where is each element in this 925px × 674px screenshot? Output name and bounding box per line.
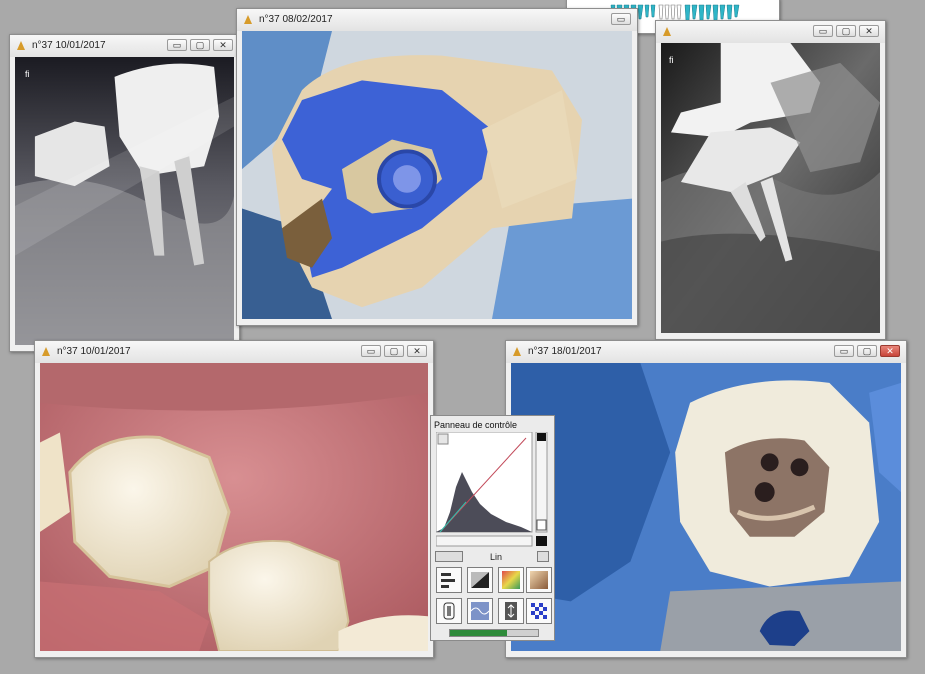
window-title: n°37 18/01/2017 [528,346,602,357]
sepia-icon [530,571,548,589]
minimize-button[interactable]: ▭ [813,25,833,37]
app-icon [42,347,50,356]
xray-right-window[interactable]: ▭ ▢ ✕ fi [655,20,886,340]
sepia-button[interactable] [526,567,552,593]
title-bar[interactable]: n°37 08/02/2017 ▭ [237,9,637,31]
maximize-button[interactable]: ▢ [857,345,877,357]
image-marker: fi [25,69,29,79]
minimize-icon: ▭ [616,14,626,24]
close-icon: ✕ [219,40,227,50]
title-bar[interactable]: n°37 10/01/2017 ▭ ▢ ✕ [10,35,239,57]
contrast-icon [471,572,489,588]
close-icon: ✕ [865,26,873,36]
pattern-button[interactable] [526,598,552,624]
color-button[interactable] [498,567,524,593]
measure-button[interactable] [498,598,524,624]
minimize-icon: ▭ [818,26,828,36]
levels-icon [441,573,455,588]
minimize-icon: ▭ [839,346,849,356]
maximize-icon: ▢ [195,40,205,50]
curve-right-button[interactable] [537,551,549,562]
measure-icon [505,602,517,620]
close-icon: ✕ [886,346,894,356]
close-button[interactable]: ✕ [407,345,427,357]
minimize-icon: ▭ [366,346,376,356]
maximize-icon: ▢ [862,346,872,356]
levels-button[interactable] [436,567,462,593]
clinical-photo-window[interactable]: n°37 10/01/2017 ▭ ▢ ✕ [34,340,434,658]
maximize-button[interactable]: ▢ [190,39,210,51]
impression-image[interactable] [242,31,632,319]
progress-bar [449,629,539,637]
curve-mode-label: Lin [490,552,503,562]
window-title: n°37 10/01/2017 [57,346,131,357]
impression-window[interactable]: n°37 08/02/2017 ▭ [236,8,638,326]
minimize-button[interactable]: ▭ [361,345,381,357]
progress-fill [450,630,508,636]
close-button[interactable]: ✕ [213,39,233,51]
color-gradient-icon [502,571,520,589]
minimize-button[interactable]: ▭ [611,13,631,25]
app-icon [513,347,521,356]
title-bar[interactable]: ▭ ▢ ✕ [656,21,885,43]
window-title: n°37 08/02/2017 [259,14,333,25]
image-marker: fi [669,55,673,65]
maximize-button[interactable]: ▢ [384,345,404,357]
pattern-icon [531,603,547,619]
app-icon [663,27,671,36]
clinical-photo-image[interactable] [40,363,428,651]
maximize-icon: ▢ [841,26,851,36]
histogram-curve[interactable] [436,432,549,550]
app-icon [17,41,25,50]
minimize-button[interactable]: ▭ [834,345,854,357]
title-bar[interactable]: n°37 10/01/2017 ▭ ▢ ✕ [35,341,433,363]
tooth-view-button[interactable] [436,598,462,624]
close-icon: ✕ [413,346,421,356]
minimize-button[interactable]: ▭ [167,39,187,51]
app-icon [244,15,252,24]
control-panel[interactable]: Panneau de contrôle [430,415,555,641]
maximize-icon: ▢ [389,346,399,356]
vertical-slider[interactable] [535,432,548,533]
minimize-icon: ▭ [172,40,182,50]
close-button[interactable]: ✕ [880,345,900,357]
maximize-button[interactable]: ▢ [836,25,856,37]
title-bar[interactable]: n°37 18/01/2017 ▭ ▢ ✕ [506,341,906,363]
curve-left-button[interactable] [435,551,463,562]
access-cavity-image[interactable] [511,363,901,651]
tooth-view-icon [443,602,455,620]
contrast-button[interactable] [467,567,493,593]
horizontal-slider[interactable] [436,535,533,547]
access-cavity-window[interactable]: n°37 18/01/2017 ▭ ▢ ✕ [505,340,907,658]
close-button[interactable]: ✕ [859,25,879,37]
window-title: n°37 10/01/2017 [32,40,106,51]
xray-left-window[interactable]: n°37 10/01/2017 ▭ ▢ ✕ fi [9,34,240,352]
xray-left-image[interactable]: fi [15,57,234,345]
filter-button[interactable] [467,598,493,624]
curve-reset-button[interactable] [437,433,449,445]
filter-icon [470,602,490,620]
xray-right-image[interactable]: fi [661,43,880,333]
control-panel-title: Panneau de contrôle [434,420,518,430]
